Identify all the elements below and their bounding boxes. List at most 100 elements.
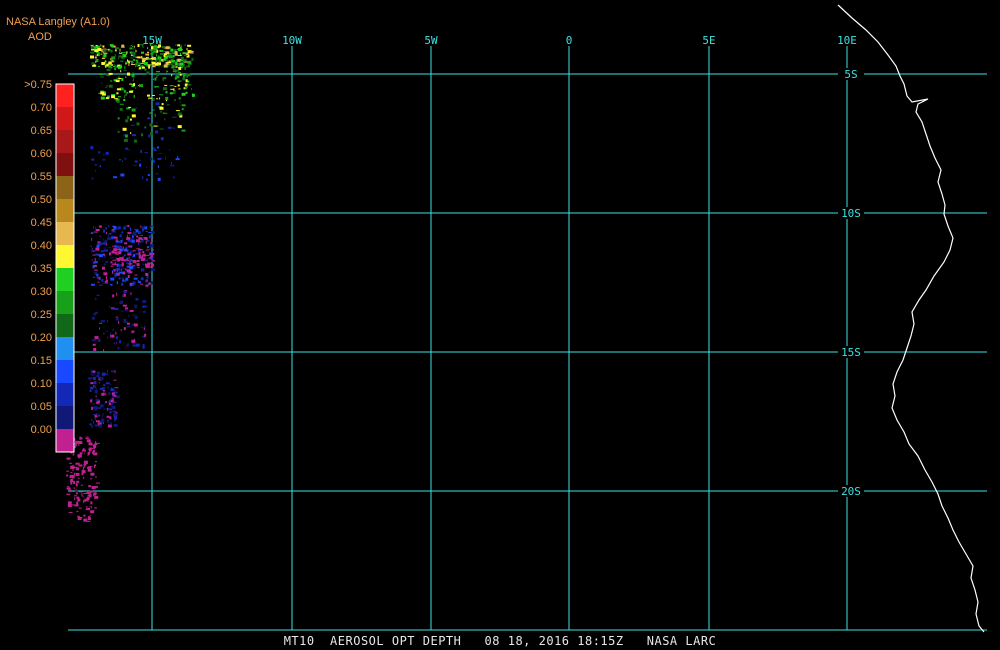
aerosol-pixel — [130, 53, 133, 55]
aerosol-pixel — [84, 452, 86, 454]
aerosol-pixel — [134, 316, 138, 320]
aerosol-pixel — [166, 70, 168, 74]
scale-swatch — [56, 406, 74, 429]
aerosol-pixel — [90, 510, 95, 514]
aerosol-pixel — [171, 60, 175, 63]
aerosol-pixel — [118, 320, 120, 324]
aerosol-pixel — [109, 411, 111, 414]
aerosol-pixel — [93, 493, 98, 495]
aerosol-pixel — [163, 64, 168, 68]
aerosol-pixel — [126, 343, 129, 347]
aerosol-pixel — [152, 159, 155, 163]
aerosol-pixel — [98, 151, 101, 154]
aerosol-pixel — [179, 73, 182, 76]
aerosol-pixel — [108, 233, 112, 235]
aerosol-pixel — [158, 57, 160, 60]
aerosol-pixel — [73, 495, 77, 497]
aerosol-pixel — [120, 329, 122, 332]
aerosol-pixel — [177, 84, 180, 87]
aerosol-pixel — [154, 113, 156, 117]
aerosol-pixel — [179, 62, 184, 66]
aerosol-pixel — [185, 79, 188, 83]
aerosol-pixel — [142, 46, 144, 48]
aerosol-pixel — [114, 47, 119, 49]
aerosol-pixel — [117, 272, 120, 276]
aerosol-pixel — [76, 467, 79, 469]
aerosol-pixel — [79, 491, 84, 493]
aerosol-pixel — [106, 320, 108, 323]
aerosol-pixel — [99, 387, 104, 390]
aerosol-pixel — [129, 310, 134, 312]
aerosol-pixel — [119, 159, 122, 161]
aerosol-pixel — [159, 97, 161, 100]
aerosol-pixel — [112, 271, 114, 274]
aerosol-pixel — [105, 151, 109, 155]
scale-label: 0.30 — [30, 286, 52, 298]
aerosol-pixel — [128, 63, 130, 66]
aerosol-pixel — [159, 94, 164, 96]
aerosol-pixel — [167, 65, 170, 67]
aerosol-pixel — [126, 237, 131, 241]
aerosol-pixel — [93, 450, 95, 452]
aerosol-pixel — [159, 128, 164, 130]
aerosol-pixel — [116, 92, 119, 95]
aerosol-pixel — [120, 258, 124, 262]
aerosol-pixel — [152, 147, 156, 151]
aerosol-pixel — [162, 51, 166, 53]
aerosol-pixel — [125, 119, 129, 123]
aerosol-pixel — [102, 266, 105, 270]
aerosol-pixel — [88, 485, 92, 488]
aerosol-pixel — [93, 485, 98, 488]
aerosol-pixel — [128, 149, 130, 151]
aerosol-pixel — [118, 347, 119, 349]
aerosol-pixel — [174, 85, 177, 87]
aerosol-pixel — [98, 254, 103, 258]
aerosol-pixel — [148, 134, 151, 138]
aerosol-pixel — [99, 165, 101, 168]
aerosol-pixel — [157, 177, 161, 181]
aerosol-pixel — [106, 237, 108, 241]
aerosol-pixel — [171, 74, 173, 77]
aerosol-pixel — [123, 99, 126, 101]
aerosol-pixel — [122, 52, 126, 54]
aerosol-pixel — [160, 137, 164, 141]
aerosol-pixel — [76, 480, 80, 483]
scale-label: 0.20 — [30, 332, 52, 344]
aerosol-pixel — [82, 466, 84, 470]
aerosol-pixel — [136, 65, 138, 67]
aerosol-pixel — [171, 66, 175, 69]
aerosol-pixel — [169, 85, 174, 87]
aerosol-pixel — [101, 93, 106, 96]
aerosol-pixel — [125, 259, 130, 261]
aerosol-pixel — [121, 160, 123, 162]
aerosol-pixel — [93, 348, 97, 351]
aerosol-pixel — [98, 284, 103, 286]
aerosol-pixel — [132, 259, 136, 263]
aerosol-pixel — [102, 375, 105, 377]
aerosol-pixel — [151, 249, 155, 251]
aerosol-pixel — [142, 310, 146, 313]
aerosol-pixel — [129, 265, 133, 269]
scale-swatch — [56, 383, 74, 406]
scale-swatch — [56, 429, 74, 452]
aerosol-pixel — [127, 225, 130, 227]
aerosol-pixel — [93, 269, 98, 271]
aerosol-pixel — [111, 370, 114, 373]
aerosol-pixel — [97, 374, 100, 377]
aerosol-pixel — [140, 225, 142, 228]
aerosol-pixel — [145, 231, 148, 233]
aerosol-pixel — [108, 67, 113, 69]
aerosol-pixel — [92, 343, 96, 346]
aerosol-pixel — [104, 249, 108, 252]
aerosol-pixel — [163, 112, 168, 114]
aerosol-pixel — [91, 419, 93, 422]
aerosol-pixel — [113, 236, 118, 239]
aerosol-pixel — [94, 414, 97, 418]
aerosol-pixel — [181, 104, 186, 107]
image-caption: MT10 AEROSOL OPT DEPTH 08 18, 2016 18:15… — [283, 634, 717, 648]
scale-label: 0.40 — [30, 240, 52, 252]
aerosol-pixel — [114, 244, 118, 246]
aerosol-pixel — [79, 436, 82, 440]
aerosol-pixel — [163, 87, 167, 91]
aerosol-pixel — [166, 104, 170, 106]
